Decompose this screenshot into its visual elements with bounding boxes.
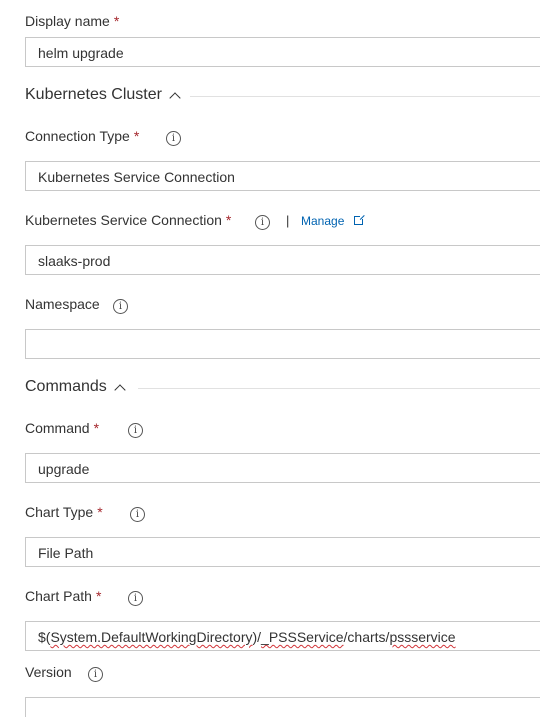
section-divider — [190, 96, 540, 97]
commands-section-title: Commands — [25, 378, 107, 395]
display-name-input[interactable]: helm upgrade — [25, 37, 540, 67]
manage-link-label: Manage — [301, 214, 345, 228]
chart-type-label: Chart Type * — [25, 504, 103, 520]
kubernetes-cluster-section-title: Kubernetes Cluster — [25, 86, 162, 103]
chart-type-value: File Path — [38, 545, 94, 561]
version-label-text: Version — [25, 664, 72, 680]
chevron-up-icon[interactable] — [169, 91, 181, 104]
namespace-input[interactable] — [25, 329, 540, 359]
display-name-label: Display name * — [25, 13, 119, 29]
command-value: upgrade — [38, 461, 90, 477]
info-icon[interactable]: i — [128, 423, 143, 438]
service-connection-select[interactable]: slaaks-prod — [25, 245, 540, 275]
info-icon[interactable]: i — [128, 591, 143, 606]
version-label: Version — [25, 664, 72, 680]
chart-path-part: _PSSService — [261, 629, 344, 645]
info-icon[interactable]: i — [113, 299, 128, 314]
service-connection-label-text: Kubernetes Service Connection — [25, 212, 222, 228]
version-input[interactable] — [25, 697, 540, 717]
required-asterisk: * — [97, 504, 103, 520]
kubernetes-cluster-section-header[interactable]: Kubernetes Cluster — [25, 86, 181, 104]
link-separator: | — [286, 213, 290, 228]
chart-path-input[interactable]: $(System.DefaultWorkingDirectory)/_PSSSe… — [25, 621, 540, 651]
command-label: Command * — [25, 420, 99, 436]
commands-section-header[interactable]: Commands — [25, 378, 126, 396]
service-connection-value: slaaks-prod — [38, 253, 111, 269]
service-connection-label: Kubernetes Service Connection * — [25, 212, 231, 228]
chart-path-label: Chart Path * — [25, 588, 101, 604]
chart-type-label-text: Chart Type — [25, 504, 94, 520]
section-divider — [138, 388, 540, 389]
manage-link[interactable]: Manage — [301, 214, 365, 228]
chevron-up-icon[interactable] — [114, 383, 126, 396]
namespace-label: Namespace — [25, 296, 100, 312]
connection-type-select[interactable]: Kubernetes Service Connection — [25, 161, 540, 191]
connection-type-value: Kubernetes Service Connection — [38, 169, 235, 185]
command-label-text: Command — [25, 420, 90, 436]
chart-path-part: )/ — [252, 629, 262, 645]
namespace-label-text: Namespace — [25, 296, 100, 312]
info-icon[interactable]: i — [88, 667, 103, 682]
connection-type-label: Connection Type * — [25, 128, 139, 144]
required-asterisk: * — [225, 212, 232, 228]
display-name-label-text: Display name — [25, 13, 110, 29]
required-asterisk: * — [133, 128, 140, 144]
chart-path-label-text: Chart Path — [25, 588, 92, 604]
connection-type-label-text: Connection Type — [25, 128, 130, 144]
required-asterisk: * — [113, 13, 120, 29]
chart-path-part: /charts/ — [343, 629, 390, 645]
command-select[interactable]: upgrade — [25, 453, 540, 483]
required-asterisk: * — [95, 588, 102, 604]
chart-path-part: $( — [38, 629, 51, 645]
chart-path-part: System.DefaultWorkingDirectory — [50, 629, 253, 645]
info-icon[interactable]: i — [166, 131, 181, 146]
chart-type-select[interactable]: File Path — [25, 537, 540, 567]
chart-path-part: pssservice — [389, 629, 456, 645]
required-asterisk: * — [93, 420, 100, 436]
display-name-value: helm upgrade — [38, 45, 124, 61]
info-icon[interactable]: i — [130, 507, 145, 522]
chart-path-value: $(System.DefaultWorkingDirectory)/_PSSSe… — [38, 629, 456, 645]
info-icon[interactable]: i — [255, 215, 270, 230]
external-link-icon — [353, 214, 365, 225]
